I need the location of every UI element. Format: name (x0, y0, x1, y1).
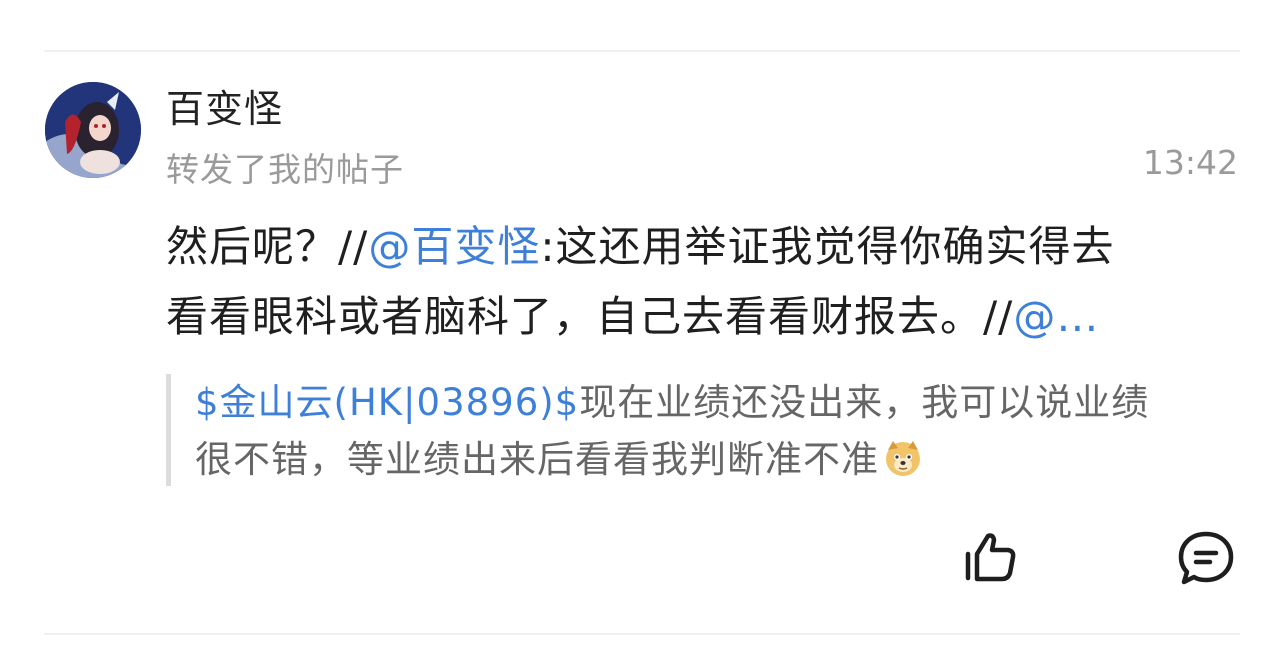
mention-link[interactable]: @百变怪 (368, 222, 540, 271)
stock-tag-link[interactable]: $金山云(HK|03896)$ (195, 381, 579, 424)
content-text: 看看眼科或者脑科了，自己去看看财报去。// (166, 292, 1014, 341)
content-line-1: 然后呢？//@百变怪:这还用举证我觉得你确实得去 (166, 212, 1236, 282)
post-timestamp: 13:42 (1142, 143, 1238, 182)
repost-action-label: 转发了我的帖子 (166, 150, 404, 189)
bottom-divider (44, 633, 1240, 635)
like-button[interactable] (960, 528, 1020, 588)
post-content[interactable]: 然后呢？//@百变怪:这还用举证我觉得你确实得去 看看眼科或者脑科了，自己去看看… (166, 212, 1236, 352)
quote-text: 很不错，等业绩出来后看看我判断准不准 (195, 438, 879, 481)
content-text: :这还用举证我觉得你确实得去 (540, 222, 1115, 271)
avatar-image (45, 82, 141, 178)
content-text: 然后呢？// (166, 222, 369, 271)
user-avatar[interactable] (45, 82, 141, 178)
quoted-post[interactable]: $金山云(HK|03896)$现在业绩还没出来，我可以说业绩 很不错，等业绩出来… (166, 374, 1236, 486)
mention-link-truncated[interactable]: @… (1013, 292, 1099, 341)
content-line-2: 看看眼科或者脑科了，自己去看看财报去。//@… (166, 282, 1236, 352)
thumbs-up-icon (965, 533, 1016, 582)
doge-emoji-icon (883, 437, 923, 477)
username[interactable]: 百变怪 (166, 78, 283, 133)
top-divider (44, 50, 1240, 52)
quote-line-1: $金山云(HK|03896)$现在业绩还没出来，我可以说业绩 (195, 374, 1236, 431)
quote-line-2: 很不错，等业绩出来后看看我判断准不准 (195, 431, 1236, 488)
comment-icon (1178, 531, 1234, 585)
quote-text: 现在业绩还没出来，我可以说业绩 (579, 381, 1150, 424)
comment-button[interactable] (1176, 528, 1236, 588)
